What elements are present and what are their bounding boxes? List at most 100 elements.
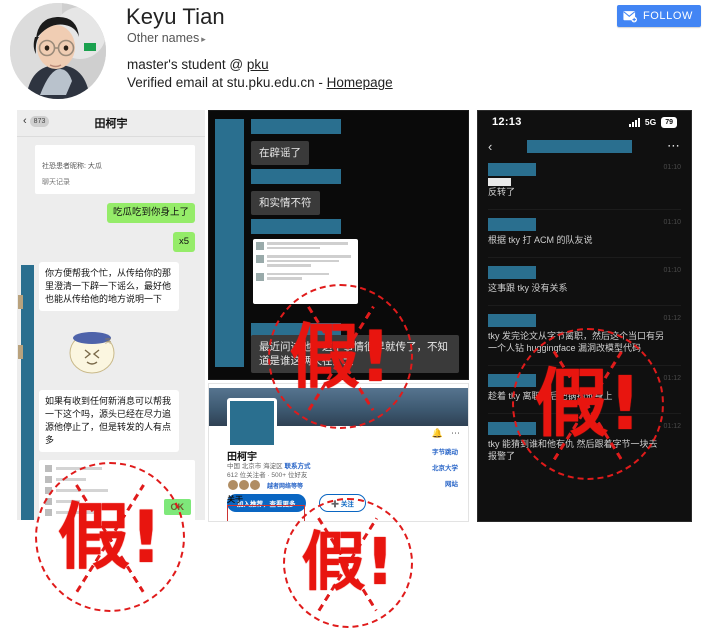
quoted-card-hidden-line (42, 151, 188, 161)
list-item: 这事跟 tky 没有关系 01:10 (488, 266, 681, 294)
wechat-back-button[interactable]: ‹ 873 (23, 115, 50, 127)
avatar[interactable] (10, 3, 106, 99)
chat-bubble-incoming: 和实情不符 (251, 191, 320, 215)
wechat-message-list: 社恐患者昵称: 大瓜 聊天记录 吃瓜吃到你身上了 x5 你方便帮我个忙，从传给你… (17, 145, 205, 520)
unread-badge: 873 (29, 116, 50, 127)
divider (488, 305, 681, 306)
signal-bars-icon (628, 117, 640, 127)
chat-bubble-ok: OK (163, 499, 191, 515)
divider (488, 365, 681, 366)
quoted-card-line-1: 社恐患者昵称: 大瓜 (42, 163, 102, 170)
redaction-bar (488, 314, 536, 327)
message-time: 01:10 (663, 164, 681, 171)
highlight-box (227, 505, 305, 521)
evidence-collage: ‹ 873 田柯宇 社恐患者昵称: 大瓜 聊天记录 吃瓜吃到你身上了 x5 你方… (0, 104, 707, 628)
battery-indicator: 79 (661, 116, 677, 128)
redaction-bar (488, 163, 536, 176)
list-item: tky 能猜到谁和他有仇 然后跟着字节一块去报警了 01:12 (488, 422, 681, 462)
side-link-school[interactable]: 北京大学 (432, 462, 458, 472)
message-time: 01:10 (663, 219, 681, 226)
message-row-outgoing: 吃瓜吃到你身上了 (17, 203, 205, 223)
affiliation-link[interactable]: pku (247, 57, 269, 72)
message-time: 01:12 (663, 315, 681, 322)
quoted-record-card[interactable]: 社恐患者昵称: 大瓜 聊天记录 (35, 145, 195, 194)
divider (488, 413, 681, 414)
redaction-bar (215, 119, 244, 367)
quoted-card-line-2: 聊天记录 (42, 179, 70, 186)
chevron-left-icon[interactable]: ‹ (488, 140, 492, 153)
message-row-outgoing: x5 (17, 232, 205, 252)
redaction-bar (488, 374, 536, 387)
shared-screenshot-card[interactable] (253, 239, 358, 304)
redaction-bar (251, 119, 341, 134)
divider (488, 257, 681, 258)
message-text: 反转了 (488, 187, 516, 197)
phone-nav-bar: ‹ ⋯ (478, 133, 691, 159)
message-row-incoming: 如果有收到任何新消息可以帮我一下这个吗，源头已经在尽力追源他停止了，但是转发的人… (17, 390, 205, 452)
affiliation-line: master's student @ pku (127, 56, 269, 73)
homepage-link[interactable]: Homepage (327, 75, 393, 90)
message-time: 01:10 (663, 267, 681, 274)
screenshot-dark-chat: 在辟谣了 和实情不符 最近问过他，这个事情很早就传了，不知道是谁这俩天在扩大 (208, 110, 469, 380)
redaction-bar (488, 266, 536, 279)
chat-bubble-outgoing: x5 (172, 232, 195, 252)
chat-bubble-incoming: 你方便帮我个忙，从传给你的那里澄清一下辟一下谣么，最好他也能从传给他的地方说明一… (39, 262, 179, 311)
side-link-website[interactable]: 网站 (432, 478, 458, 488)
chat-bubble-outgoing: 吃瓜吃到你身上了 (106, 203, 195, 223)
profile-stats: 612 位关注者 · 500+ 位好友 (227, 472, 308, 479)
divider (488, 209, 681, 210)
message-text: tky 发完论文从字节离职，然后这个当口有另一个人钻 huggingface 漏… (488, 331, 665, 353)
chat-bubble-incoming: 最近问过他，这个事情很早就传了，不知道是谁这俩天在扩大 (251, 335, 459, 373)
scholar-profile-header: Keyu Tian Other names ▸ master's student … (0, 0, 707, 104)
status-time: 12:13 (492, 116, 522, 128)
chevron-left-icon: ‹ (23, 115, 27, 127)
network-type-label: 5G (644, 117, 657, 127)
verified-email-text: Verified email at stu.pku.edu.cn - (127, 75, 327, 90)
bell-icon[interactable]: 🔔 (432, 428, 443, 439)
chat-bubble-incoming: 如果有收到任何新消息可以帮我一下这个吗，源头已经在尽力追源他停止了，但是转发的人… (39, 390, 179, 452)
page-title: Keyu Tian (126, 4, 225, 29)
profile-toolbar: 🔔 ⋯ (432, 428, 460, 439)
message-time: 01:12 (663, 423, 681, 430)
profile-side-links: 字节跳动 北京大学 网站 (432, 446, 458, 494)
avatar-photo (10, 3, 106, 99)
message-row-incoming: 你方便帮我个忙，从传给你的那里澄清一下辟一下谣么，最好他也能从传给他的地方说明一… (17, 262, 205, 311)
redaction-bar (251, 169, 341, 184)
follow-button[interactable]: FOLLOW (616, 5, 701, 27)
about-section-heading: 关于 (227, 495, 243, 504)
list-item: tky 发完论文从字节离职，然后这个当口有另一个人钻 huggingface 漏… (488, 314, 681, 354)
message-time: 01:12 (663, 375, 681, 382)
message-text: 趁着 tky 离职然后把锅扣他身上 (488, 391, 613, 401)
other-names-label: Other names (127, 31, 200, 45)
redaction-bar (251, 219, 341, 234)
screenshot-social-profile: 🔔 ⋯ 田柯宇 中国 北京市 海淀区 联系方式 612 位关注者 · 500+ … (208, 383, 469, 522)
redaction-bar (488, 422, 536, 435)
side-link-company[interactable]: 字节跳动 (432, 446, 458, 456)
stamp-slash (317, 517, 378, 612)
other-names-toggle[interactable]: Other names ▸ (127, 31, 206, 47)
follow-button-label: FOLLOW (642, 10, 693, 22)
message-text: 根据 tky 打 ACM 的队友说 (488, 235, 593, 245)
screenshot-wechat-chat: ‹ 873 田柯宇 社恐患者昵称: 大瓜 聊天记录 吃瓜吃到你身上了 x5 你方… (17, 110, 205, 520)
phone-status-bar: 12:13 5G 79 (478, 111, 691, 133)
redaction-bar (488, 218, 536, 231)
affiliation-text: master's student @ (127, 57, 247, 72)
message-text: 这事跟 tky 没有关系 (488, 283, 568, 293)
envelope-plus-icon (623, 10, 637, 22)
follow-button[interactable]: ➕ 关注 (319, 494, 366, 512)
message-text: tky 能猜到谁和他有仇 然后跟着字节一块去报警了 (488, 439, 658, 461)
verified-email-line: Verified email at stu.pku.edu.cn - Homep… (127, 74, 393, 91)
svg-text:哭: 哭 (105, 338, 111, 345)
chevron-right-icon: ▸ (201, 34, 206, 44)
phone-message-list: 反转了 01:10 根据 tky 打 ACM 的队友说 01:10 这事跟 tk… (478, 159, 691, 462)
attachment-chip (488, 178, 511, 186)
screenshot-phone-dark-chat: 12:13 5G 79 ‹ ⋯ 反转了 01:10 根据 tky 打 ACM 的 (477, 110, 692, 522)
chat-title: 田柯宇 (94, 118, 128, 130)
avatar (227, 398, 277, 448)
chat-bubble-incoming: 在辟谣了 (251, 141, 309, 165)
cat-sticker: 哭 (69, 332, 115, 374)
list-item: 反转了 01:10 (488, 163, 681, 198)
mutual-connections[interactable]: 越者网络等等 (227, 479, 303, 491)
more-dots-icon[interactable]: ⋯ (667, 139, 681, 152)
more-dots-icon[interactable]: ⋯ (451, 428, 460, 439)
